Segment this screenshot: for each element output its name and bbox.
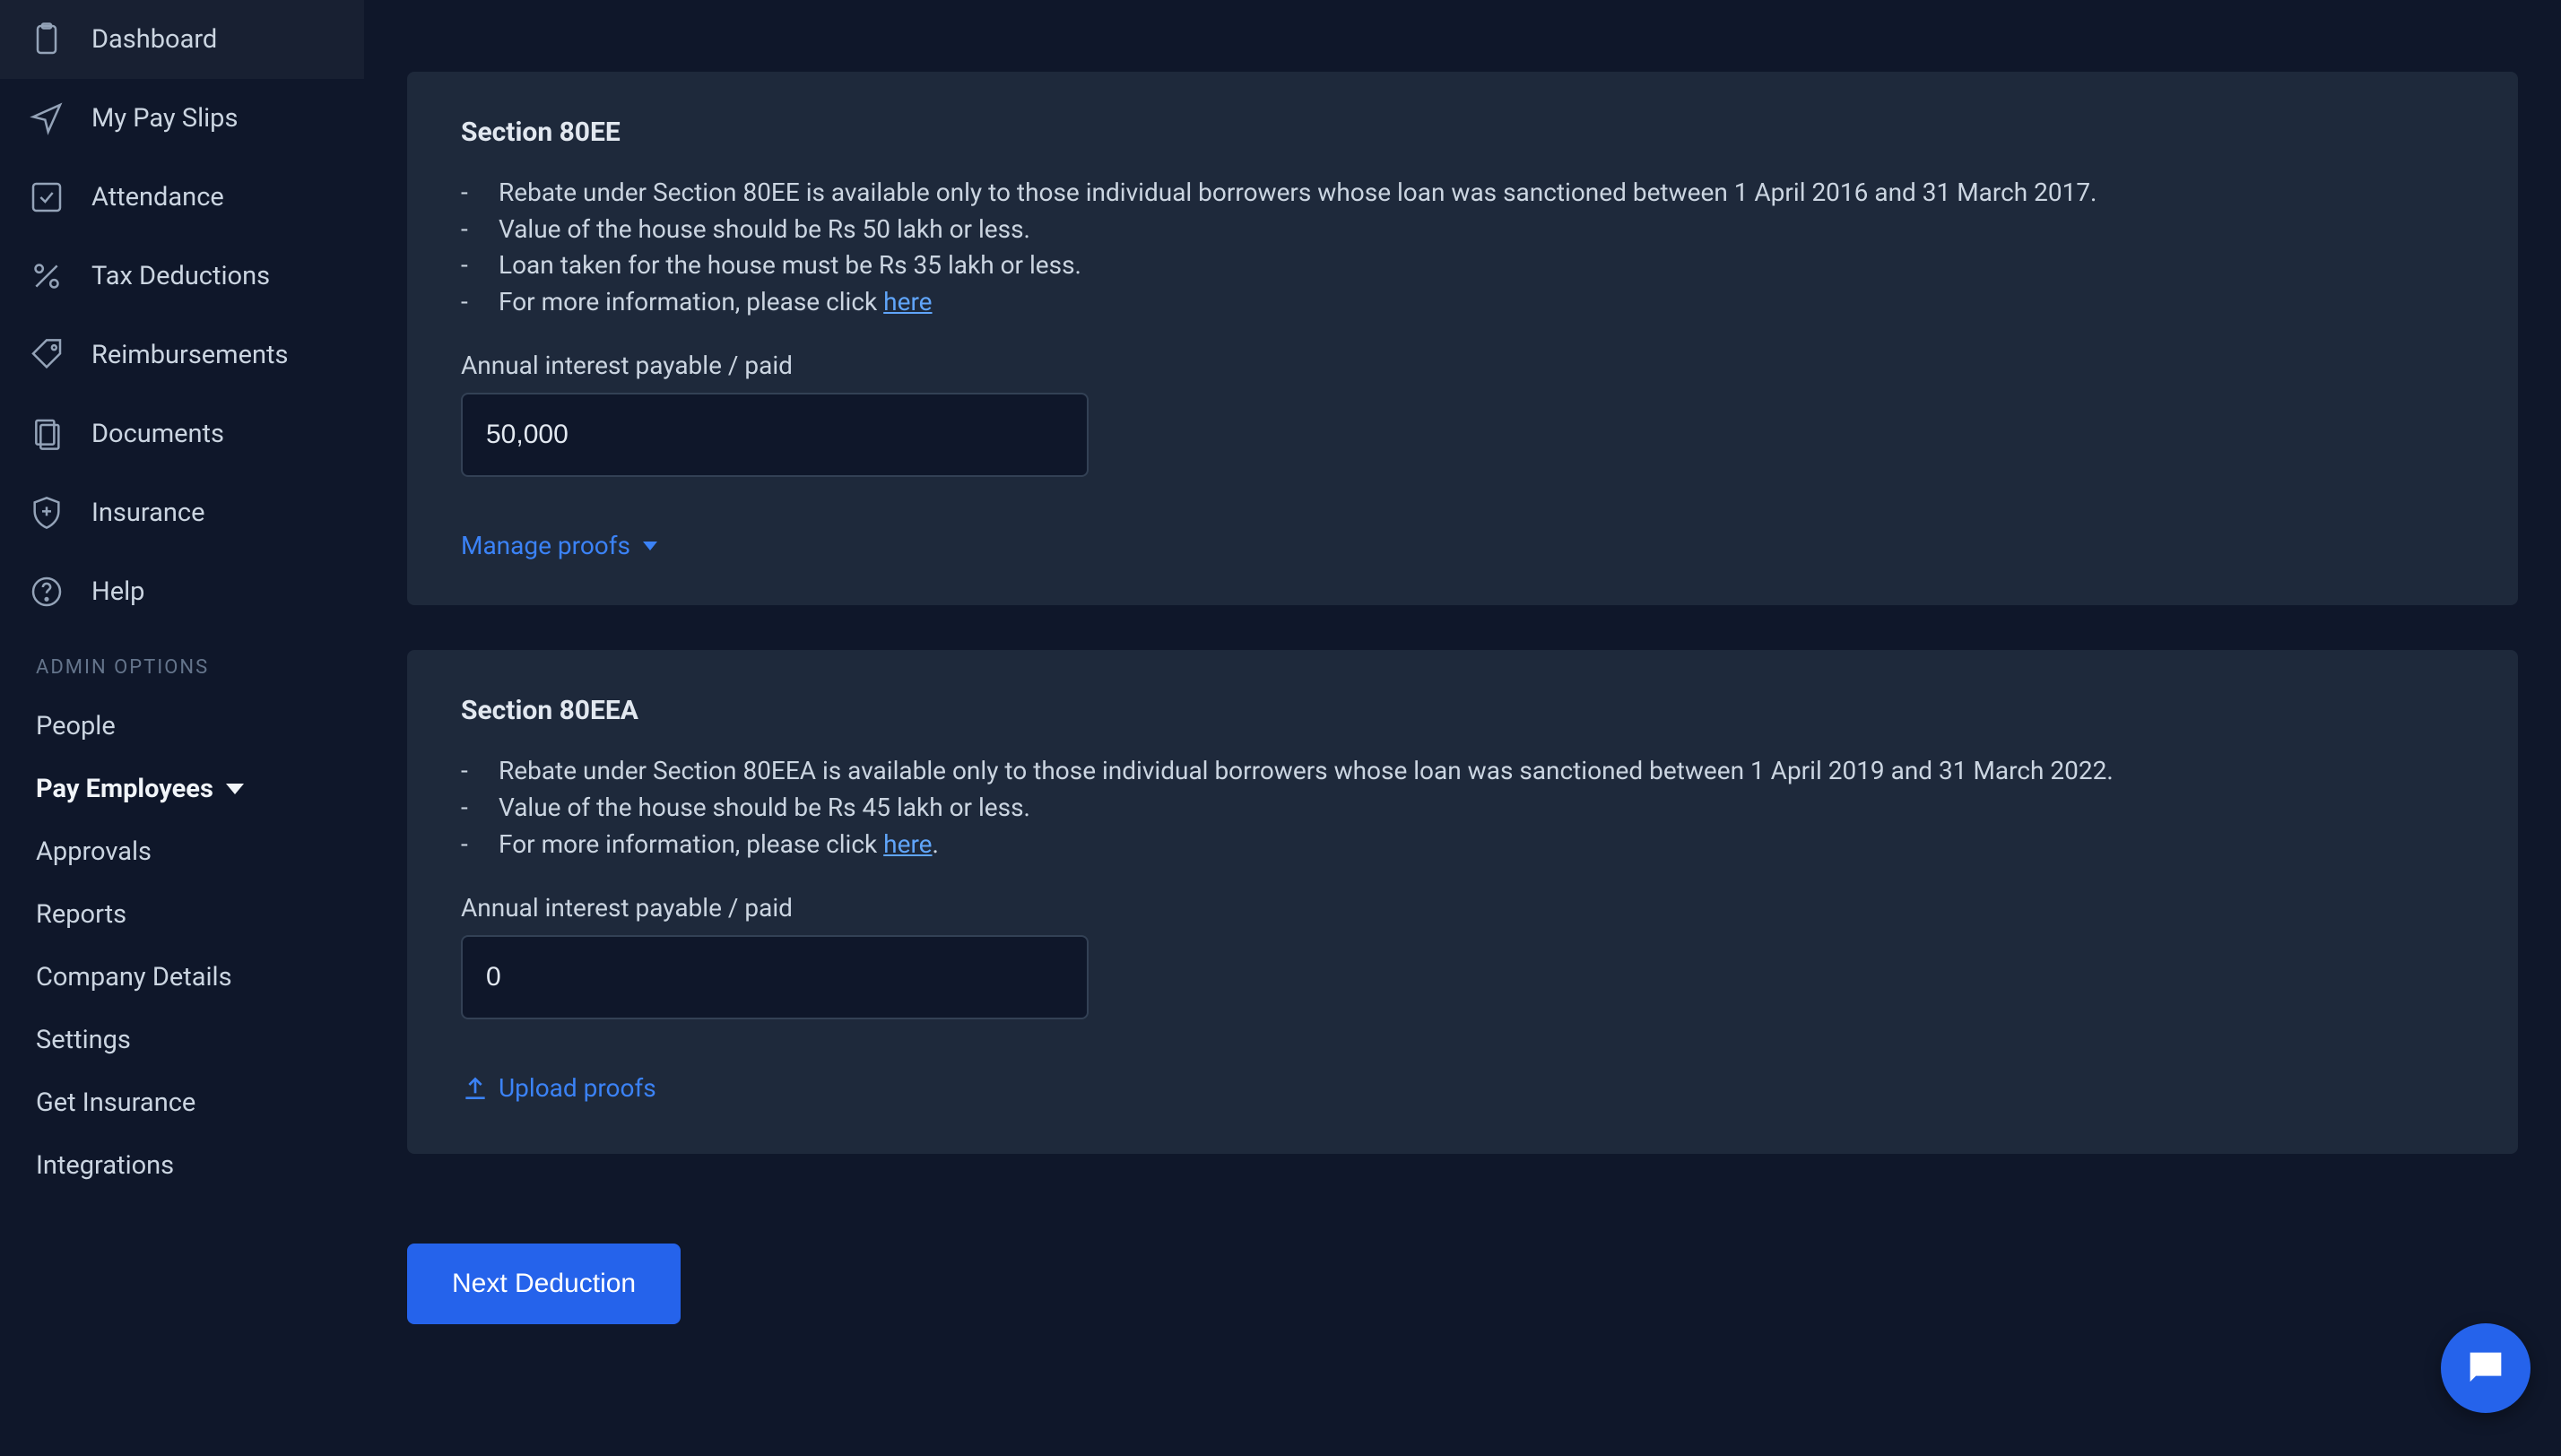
sidebar-item-label: Documents [91, 419, 224, 449]
sidebar-item-label: Reimbursements [91, 340, 288, 370]
admin-item-pay-employees[interactable]: Pay Employees [0, 758, 364, 820]
clipboard-icon [27, 20, 66, 59]
next-deduction-button[interactable]: Next Deduction [407, 1244, 681, 1324]
sidebar-item-label: Dashboard [91, 24, 217, 55]
sidebar-item-reimbursements[interactable]: Reimbursements [0, 316, 364, 394]
sidebar-item-dashboard[interactable]: Dashboard [0, 0, 364, 79]
bullet-item: Rebate under Section 80EEA is available … [461, 753, 2464, 790]
section-80eea-card: Section 80EEA Rebate under Section 80EEA… [407, 650, 2518, 1153]
admin-item-label: Reports [36, 899, 126, 930]
chat-fab[interactable] [2441, 1323, 2531, 1413]
admin-item-label: Integrations [36, 1150, 174, 1181]
sidebar-item-help[interactable]: Help [0, 552, 364, 631]
check-square-icon [27, 178, 66, 217]
main-content: Section 80EE Rebate under Section 80EE i… [364, 0, 2561, 1456]
shield-plus-icon [27, 493, 66, 533]
annual-interest-input-80ee[interactable] [461, 393, 1089, 477]
upload-proofs-label: Upload proofs [499, 1073, 656, 1103]
sidebar: Dashboard My Pay Slips Attendance Tax De… [0, 0, 364, 1456]
sidebar-item-tax-deductions[interactable]: Tax Deductions [0, 237, 364, 316]
bullet-text: For more information, please click [499, 287, 883, 316]
bullet-item: Value of the house should be Rs 50 lakh … [461, 212, 2464, 248]
sidebar-item-payslips[interactable]: My Pay Slips [0, 79, 364, 158]
annual-interest-input-80eea[interactable] [461, 935, 1089, 1019]
section-80ee-card: Section 80EE Rebate under Section 80EE i… [407, 72, 2518, 605]
admin-options-header: ADMIN OPTIONS [0, 631, 364, 695]
annual-interest-label-80eea: Annual interest payable / paid [461, 893, 2464, 923]
admin-item-label: Company Details [36, 962, 232, 992]
admin-item-integrations[interactable]: Integrations [0, 1134, 364, 1197]
admin-item-reports[interactable]: Reports [0, 883, 364, 946]
admin-item-get-insurance[interactable]: Get Insurance [0, 1071, 364, 1134]
documents-icon [27, 414, 66, 454]
section-80eea-bullets: Rebate under Section 80EEA is available … [461, 753, 2464, 862]
bullet-item: Rebate under Section 80EE is available o… [461, 175, 2464, 212]
admin-item-label: Get Insurance [36, 1088, 195, 1118]
admin-item-people[interactable]: People [0, 695, 364, 758]
manage-proofs-link[interactable]: Manage proofs [461, 531, 657, 560]
section-80ee-bullets: Rebate under Section 80EE is available o… [461, 175, 2464, 320]
sidebar-item-label: Attendance [91, 182, 224, 212]
info-link-80ee[interactable]: here [883, 287, 932, 316]
sidebar-item-label: Help [91, 576, 144, 607]
bullet-item: Value of the house should be Rs 45 lakh … [461, 790, 2464, 827]
admin-item-label: People [36, 711, 116, 741]
help-icon [27, 572, 66, 611]
manage-proofs-label: Manage proofs [461, 531, 630, 560]
sidebar-item-label: My Pay Slips [91, 103, 238, 134]
section-80ee-title: Section 80EE [461, 117, 2464, 148]
bullet-item: For more information, please click here. [461, 827, 2464, 863]
annual-interest-label-80ee: Annual interest payable / paid [461, 351, 2464, 380]
sidebar-item-documents[interactable]: Documents [0, 394, 364, 473]
sidebar-item-label: Tax Deductions [91, 261, 270, 291]
chevron-down-icon [643, 542, 657, 550]
admin-item-label: Settings [36, 1025, 131, 1055]
admin-item-company-details[interactable]: Company Details [0, 946, 364, 1009]
sidebar-item-label: Insurance [91, 498, 204, 528]
info-link-80eea[interactable]: here [883, 829, 932, 859]
bullet-text: For more information, please click [499, 829, 883, 859]
percent-icon [27, 256, 66, 296]
tag-icon [27, 335, 66, 375]
upload-proofs-link[interactable]: Upload proofs [461, 1073, 656, 1103]
admin-item-settings[interactable]: Settings [0, 1009, 364, 1071]
section-80eea-title: Section 80EEA [461, 695, 2464, 726]
bullet-item: For more information, please click here [461, 284, 2464, 321]
sidebar-item-attendance[interactable]: Attendance [0, 158, 364, 237]
admin-item-approvals[interactable]: Approvals [0, 820, 364, 883]
chevron-down-icon [226, 784, 244, 794]
bullet-suffix: . [933, 829, 939, 859]
admin-item-label: Approvals [36, 836, 152, 867]
chat-icon [2462, 1345, 2509, 1391]
upload-icon [461, 1074, 490, 1103]
bullet-item: Loan taken for the house must be Rs 35 l… [461, 247, 2464, 284]
sidebar-item-insurance[interactable]: Insurance [0, 473, 364, 552]
admin-item-label: Pay Employees [36, 774, 213, 804]
send-icon [27, 99, 66, 138]
